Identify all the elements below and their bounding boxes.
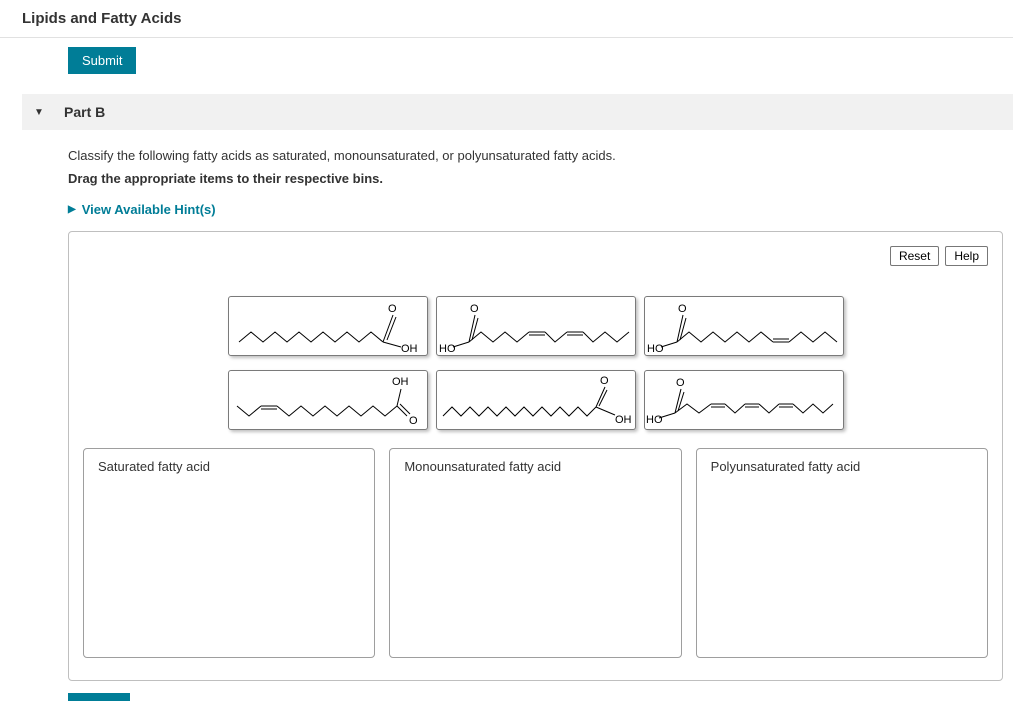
drag-drop-workarea: Reset Help O OH — [68, 231, 1003, 681]
part-label: Part B — [64, 104, 105, 120]
help-button[interactable]: Help — [945, 246, 988, 266]
atom-label: OH — [401, 343, 418, 355]
atom-label: O — [600, 375, 609, 387]
view-hints-toggle[interactable]: ▶ View Available Hint(s) — [68, 202, 1003, 217]
draggable-item[interactable]: O OH — [436, 370, 636, 430]
atom-label: HO — [646, 414, 663, 426]
atom-label: O — [409, 415, 418, 427]
caret-down-icon: ▼ — [34, 107, 44, 118]
bin-saturated[interactable]: Saturated fatty acid — [83, 448, 375, 658]
bin-label: Monounsaturated fatty acid — [404, 459, 666, 474]
atom-label: HO — [439, 343, 456, 355]
atom-label: HO — [647, 343, 664, 355]
bin-label: Polyunsaturated fatty acid — [711, 459, 973, 474]
bin-monounsaturated[interactable]: Monounsaturated fatty acid — [389, 448, 681, 658]
question-prompt: Classify the following fatty acids as sa… — [68, 148, 1003, 163]
part-header[interactable]: ▼ Part B — [22, 94, 1013, 130]
atom-label: O — [470, 303, 479, 315]
page-title: Lipids and Fatty Acids — [0, 0, 1013, 37]
atom-label: OH — [615, 414, 632, 426]
atom-label: O — [388, 303, 397, 315]
hints-label: View Available Hint(s) — [82, 202, 216, 217]
question-instruction: Drag the appropriate items to their resp… — [68, 171, 1003, 186]
reset-button[interactable]: Reset — [890, 246, 939, 266]
divider — [0, 37, 1013, 38]
bin-polyunsaturated[interactable]: Polyunsaturated fatty acid — [696, 448, 988, 658]
atom-label: OH — [392, 376, 409, 388]
draggable-item[interactable]: O HO — [436, 296, 636, 356]
caret-right-icon: ▶ — [68, 204, 76, 215]
submit-button[interactable]: Submit — [68, 47, 136, 74]
atom-label: O — [676, 377, 685, 389]
atom-label: O — [678, 303, 687, 315]
draggable-item[interactable]: O HO — [644, 370, 844, 430]
draggable-item[interactable]: O HO — [644, 296, 844, 356]
bin-label: Saturated fatty acid — [98, 459, 360, 474]
draggable-item[interactable]: OH O — [228, 370, 428, 430]
draggable-item[interactable]: O OH — [228, 296, 428, 356]
draggable-items-area: O OH O HO — [83, 296, 988, 430]
submit-button-partial[interactable] — [68, 693, 130, 701]
